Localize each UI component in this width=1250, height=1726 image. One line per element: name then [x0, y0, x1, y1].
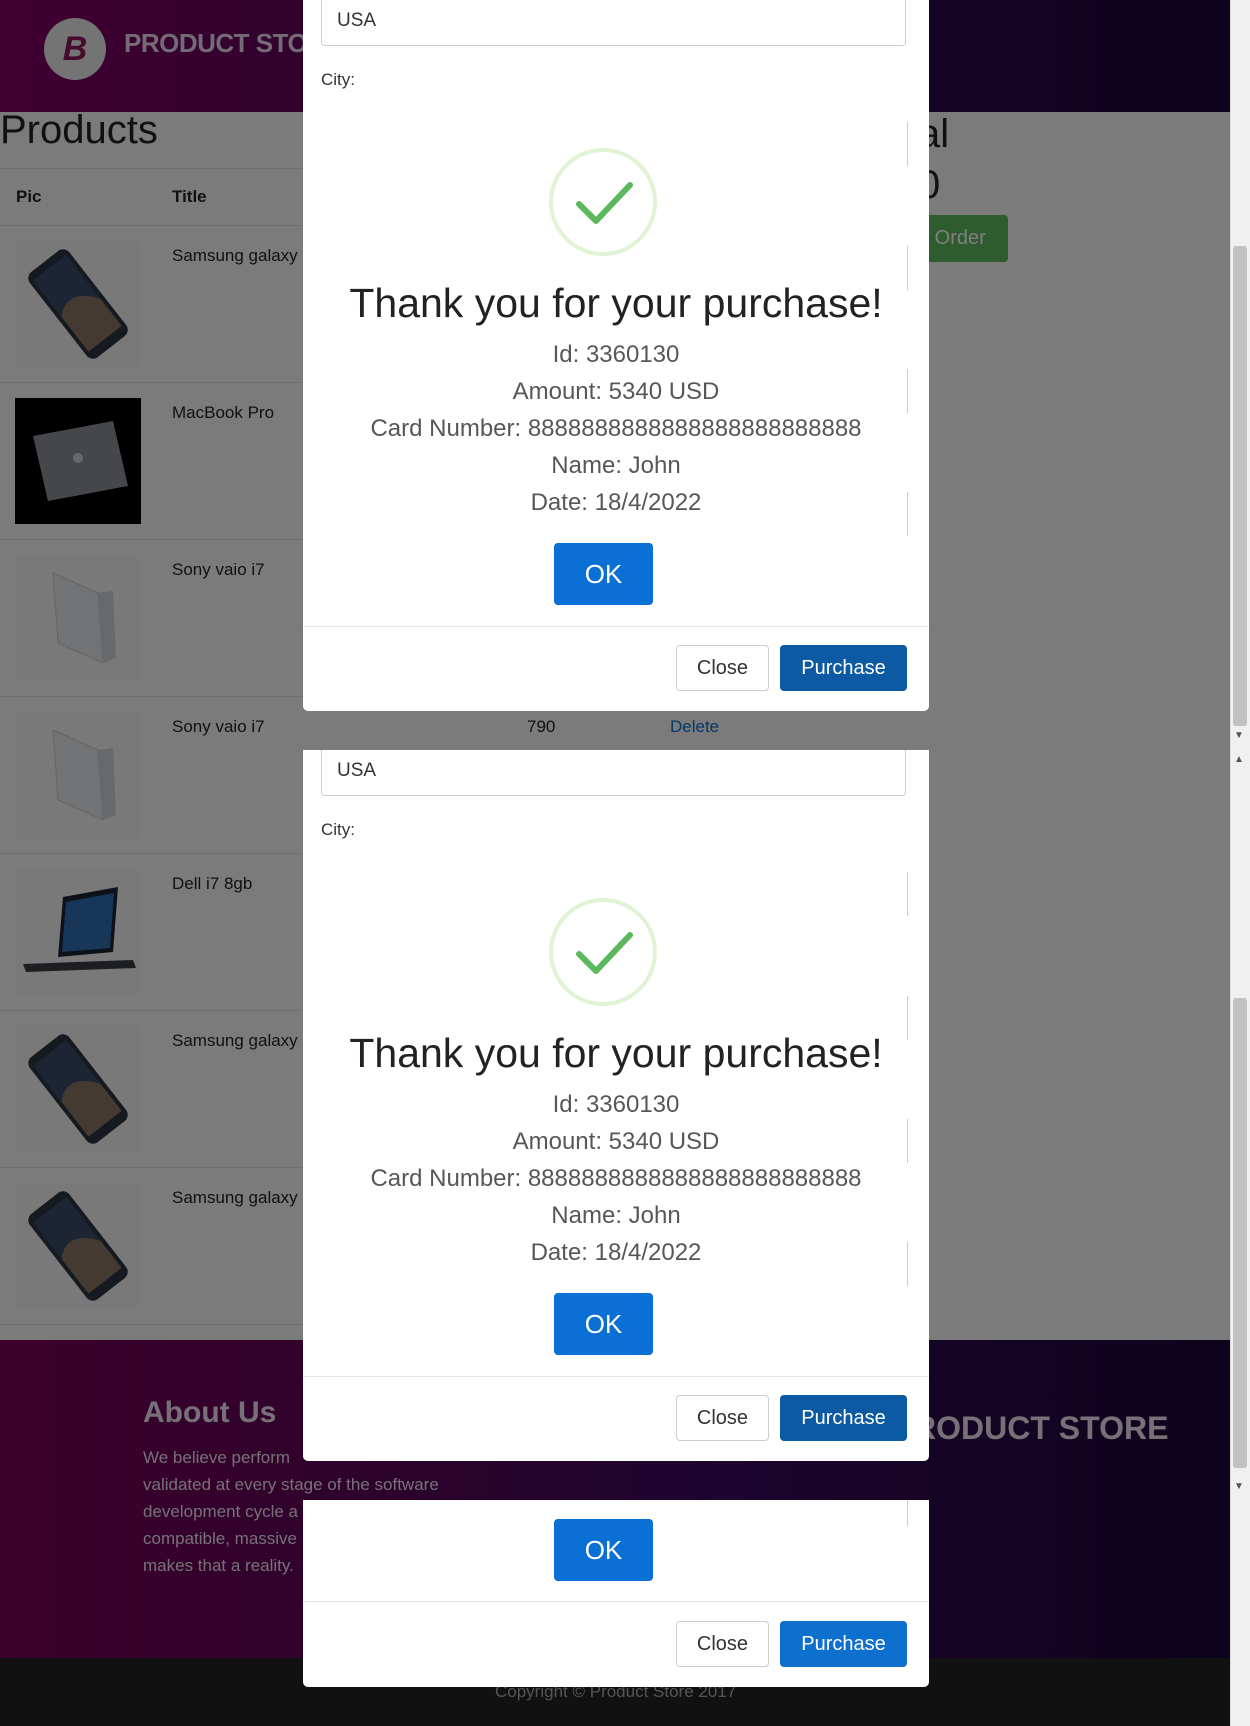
card-number: Card Number: 8888888888888888888888888 — [370, 415, 862, 442]
order-date: Date: 18/4/2022 — [530, 489, 702, 516]
modal-footer-divider — [303, 626, 929, 627]
customer-name: Name: John — [551, 1202, 681, 1229]
close-button[interactable]: Close — [676, 1621, 769, 1667]
order-id: Id: 3360130 — [552, 341, 680, 368]
field-edge — [903, 872, 908, 916]
order-modal-bottom: OK Close Purchase — [303, 1500, 929, 1687]
ok-button[interactable]: OK — [554, 543, 653, 605]
field-edge — [903, 1500, 908, 1526]
purchase-button[interactable]: Purchase — [780, 1621, 907, 1667]
order-modal-top: USA City: Thank you for your purchase! I… — [303, 0, 929, 711]
success-check-icon — [549, 898, 657, 1006]
success-check-icon — [549, 148, 657, 256]
scroll-up-arrow-icon[interactable]: ▲ — [1234, 754, 1244, 765]
order-amount: Amount: 5340 USD — [512, 1128, 720, 1155]
order-date: Date: 18/4/2022 — [530, 1239, 702, 1266]
alert-title: Thank you for your purchase! — [349, 280, 883, 326]
alert-text: Id: 3360130 Amount: 5340 USD Card Number… — [303, 336, 929, 521]
order-amount: Amount: 5340 USD — [512, 378, 720, 405]
scrollbar-thumb-bottom[interactable] — [1233, 998, 1247, 1468]
scroll-down-arrow-icon[interactable]: ▼ — [1234, 1481, 1244, 1492]
ok-button[interactable]: OK — [554, 1293, 653, 1355]
close-button[interactable]: Close — [676, 645, 769, 691]
country-field[interactable]: USA — [321, 0, 906, 46]
country-field[interactable]: USA — [321, 750, 906, 796]
modal-footer-divider — [303, 1601, 929, 1602]
order-modal-middle: USA City: Thank you for your purchase! I… — [303, 750, 929, 1461]
purchase-button[interactable]: Purchase — [780, 645, 907, 691]
order-id: Id: 3360130 — [552, 1091, 680, 1118]
alert-text: Id: 3360130 Amount: 5340 USD Card Number… — [303, 1086, 929, 1271]
scrollbar-thumb-top[interactable] — [1233, 246, 1247, 726]
ok-button[interactable]: OK — [554, 1519, 653, 1581]
modal-footer-divider — [303, 1376, 929, 1377]
customer-name: Name: John — [551, 452, 681, 479]
close-button[interactable]: Close — [676, 1395, 769, 1441]
city-label: City: — [321, 820, 355, 839]
field-edge — [903, 122, 908, 166]
city-label: City: — [321, 70, 355, 89]
purchase-button[interactable]: Purchase — [780, 1395, 907, 1441]
card-number: Card Number: 8888888888888888888888888 — [370, 1165, 862, 1192]
scroll-down-arrow-icon[interactable]: ▼ — [1234, 730, 1244, 741]
alert-title: Thank you for your purchase! — [349, 1030, 883, 1076]
